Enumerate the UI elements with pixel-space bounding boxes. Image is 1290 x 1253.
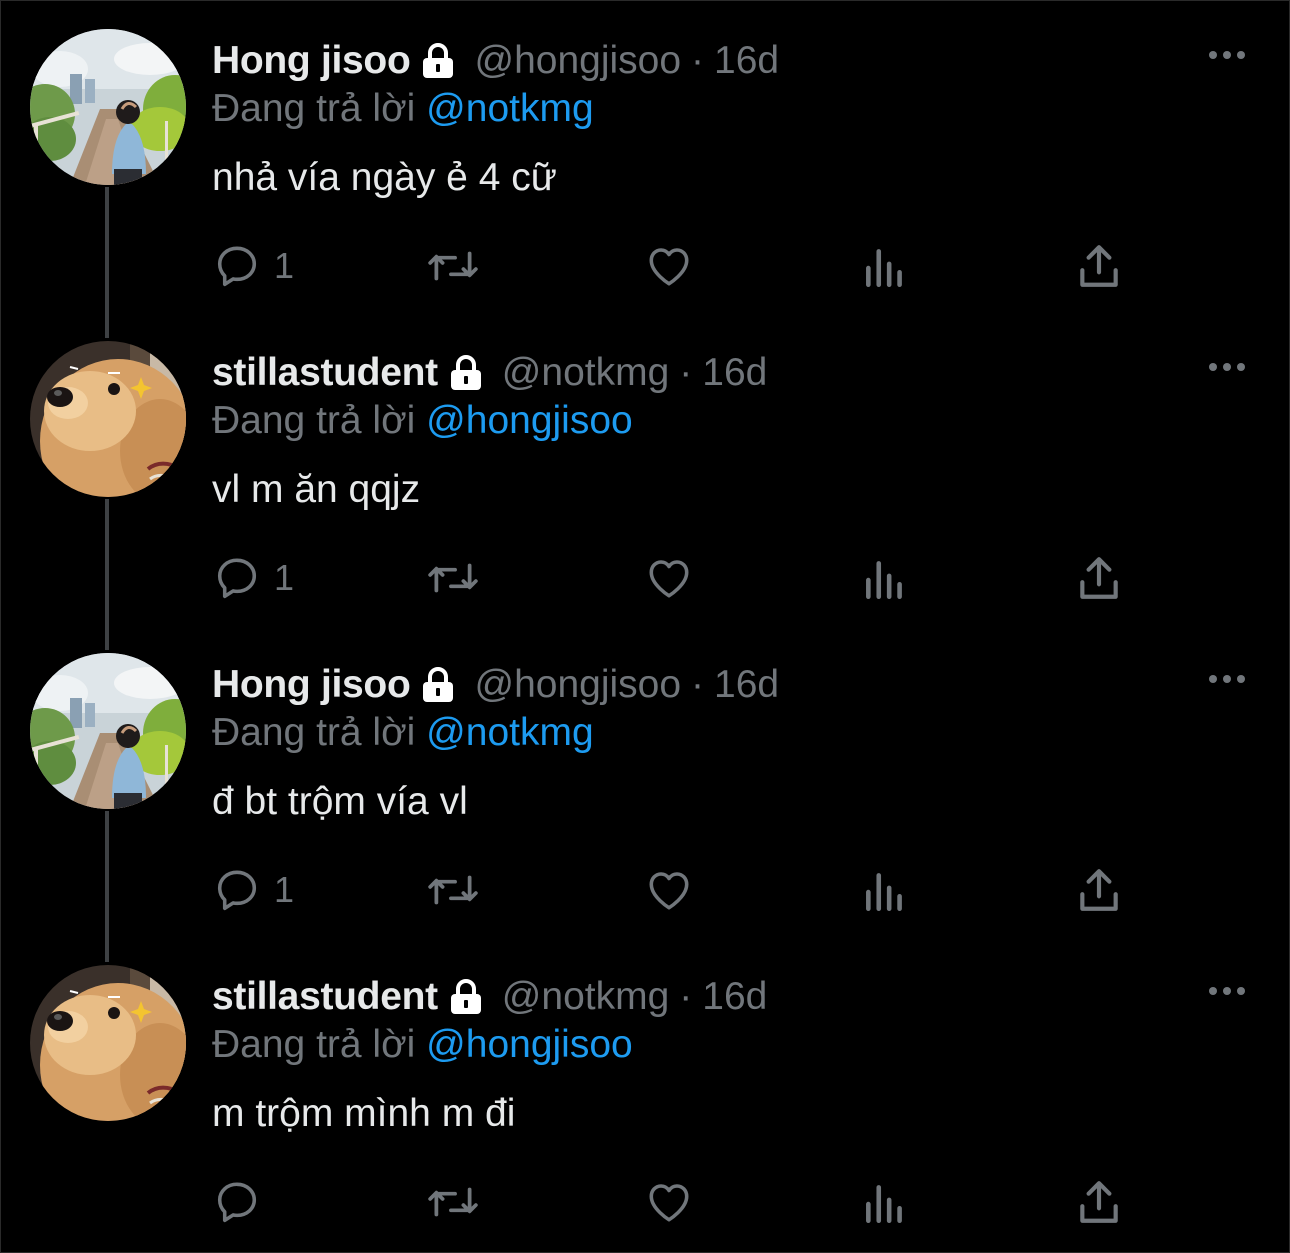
reply-mention-link[interactable]: @hongjisoo <box>426 399 633 442</box>
reply-prefix: Đang trả lời <box>212 711 416 754</box>
more-options-icon[interactable] <box>1200 352 1250 382</box>
share-button[interactable] <box>1076 1174 1122 1230</box>
replying-to: Đang trả lời @hongjisoo <box>212 396 633 446</box>
replying-to: Đang trả lời @notkmg <box>212 84 594 134</box>
avatar[interactable] <box>30 29 186 185</box>
views-button[interactable] <box>862 1174 908 1230</box>
handle[interactable]: @hongjisoo <box>474 660 681 710</box>
tweet[interactable]: Hong jisoo @hongjisoo · 16d Đang trả lời… <box>0 0 1290 312</box>
reply-mention-link[interactable]: @notkmg <box>426 711 593 754</box>
retweet-button[interactable] <box>426 1174 480 1230</box>
reply-count: 1 <box>274 557 295 598</box>
tweet-header: stillastudent @notkmg · 16d <box>212 348 767 398</box>
reply-mention-link[interactable]: @hongjisoo <box>426 1023 633 1066</box>
separator: · <box>691 39 705 82</box>
retweet-icon <box>428 251 478 281</box>
share-button[interactable] <box>1076 550 1122 606</box>
share-icon <box>1080 245 1118 287</box>
separator: · <box>691 663 705 706</box>
replying-to: Đang trả lời @hongjisoo <box>212 1020 633 1070</box>
reply-prefix: Đang trả lời <box>212 1023 416 1066</box>
timestamp[interactable]: 16d <box>702 348 767 398</box>
tweet[interactable]: Hong jisoo @hongjisoo · 16d Đang trả lời… <box>0 624 1290 936</box>
dog-avatar-image <box>30 965 186 1121</box>
retweet-icon <box>428 875 478 905</box>
reply-icon <box>217 870 257 911</box>
timestamp[interactable]: 16d <box>714 660 779 710</box>
display-name[interactable]: stillastudent <box>212 972 438 1022</box>
tweet[interactable]: stillastudent @notkmg · 16d Đang trả lời… <box>0 312 1290 624</box>
views-button[interactable] <box>862 862 908 918</box>
reply-prefix: Đang trả lời <box>212 87 416 130</box>
like-button[interactable] <box>644 1174 694 1230</box>
reply-button[interactable]: 1 <box>212 550 294 606</box>
person-avatar-image <box>30 653 186 809</box>
reply-icon <box>217 1182 257 1223</box>
handle[interactable]: @notkmg <box>502 972 669 1022</box>
like-icon <box>649 872 689 910</box>
reply-button[interactable] <box>212 1174 274 1230</box>
dog-avatar-image <box>30 341 186 497</box>
display-name[interactable]: Hong jisoo <box>212 660 411 710</box>
tweet-text: vl m ăn qqjz <box>212 468 421 511</box>
like-icon <box>649 248 689 286</box>
reply-count: 1 <box>274 245 295 286</box>
person-avatar-image <box>30 29 186 185</box>
tweet-text: nhả vía ngày ẻ 4 cữ <box>212 156 557 199</box>
reply-count: 1 <box>274 869 295 910</box>
like-icon <box>649 1184 689 1222</box>
separator: · <box>679 975 693 1018</box>
share-button[interactable] <box>1076 862 1122 918</box>
views-button[interactable] <box>862 550 908 606</box>
avatar[interactable] <box>30 341 186 497</box>
tweet-header: stillastudent @notkmg · 16d <box>212 972 767 1022</box>
reply-mention-link[interactable]: @notkmg <box>426 87 593 130</box>
timestamp[interactable]: 16d <box>702 972 767 1022</box>
avatar[interactable] <box>30 653 186 809</box>
tweet-header: Hong jisoo @hongjisoo · 16d <box>212 660 779 710</box>
more-options-icon[interactable] <box>1200 664 1250 694</box>
display-name[interactable]: Hong jisoo <box>212 36 411 86</box>
like-icon <box>649 560 689 598</box>
retweet-button[interactable] <box>426 238 480 294</box>
share-button[interactable] <box>1076 238 1122 294</box>
lock-icon <box>448 979 483 1016</box>
tweet-text: đ bt trộm vía vl <box>212 780 468 823</box>
display-name[interactable]: stillastudent <box>212 348 438 398</box>
views-icon <box>866 873 902 912</box>
tweet-text: m trộm mình m đi <box>212 1092 516 1135</box>
lock-icon <box>421 667 456 704</box>
like-button[interactable] <box>644 550 694 606</box>
retweet-button[interactable] <box>426 550 480 606</box>
reply-button[interactable]: 1 <box>212 238 294 294</box>
replying-to: Đang trả lời @notkmg <box>212 708 594 758</box>
retweet-icon <box>428 1187 478 1217</box>
more-options-icon[interactable] <box>1200 40 1250 70</box>
more-options-icon[interactable] <box>1200 976 1250 1006</box>
views-button[interactable] <box>862 238 908 294</box>
lock-icon <box>421 43 456 80</box>
handle[interactable]: @hongjisoo <box>474 36 681 86</box>
reply-icon <box>217 558 257 599</box>
share-icon <box>1080 557 1118 599</box>
retweet-button[interactable] <box>426 862 480 918</box>
reply-prefix: Đang trả lời <box>212 399 416 442</box>
reply-button[interactable]: 1 <box>212 862 294 918</box>
retweet-icon <box>428 563 478 593</box>
handle[interactable]: @notkmg <box>502 348 669 398</box>
avatar[interactable] <box>30 965 186 1121</box>
share-icon <box>1080 869 1118 911</box>
reply-icon <box>217 246 257 287</box>
timestamp[interactable]: 16d <box>714 36 779 86</box>
tweet[interactable]: stillastudent @notkmg · 16d Đang trả lời… <box>0 936 1290 1248</box>
views-icon <box>866 561 902 600</box>
separator: · <box>679 351 693 394</box>
views-icon <box>866 1185 902 1224</box>
like-button[interactable] <box>644 238 694 294</box>
like-button[interactable] <box>644 862 694 918</box>
share-icon <box>1080 1181 1118 1223</box>
lock-icon <box>448 355 483 392</box>
views-icon <box>866 249 902 288</box>
tweet-header: Hong jisoo @hongjisoo · 16d <box>212 36 779 86</box>
